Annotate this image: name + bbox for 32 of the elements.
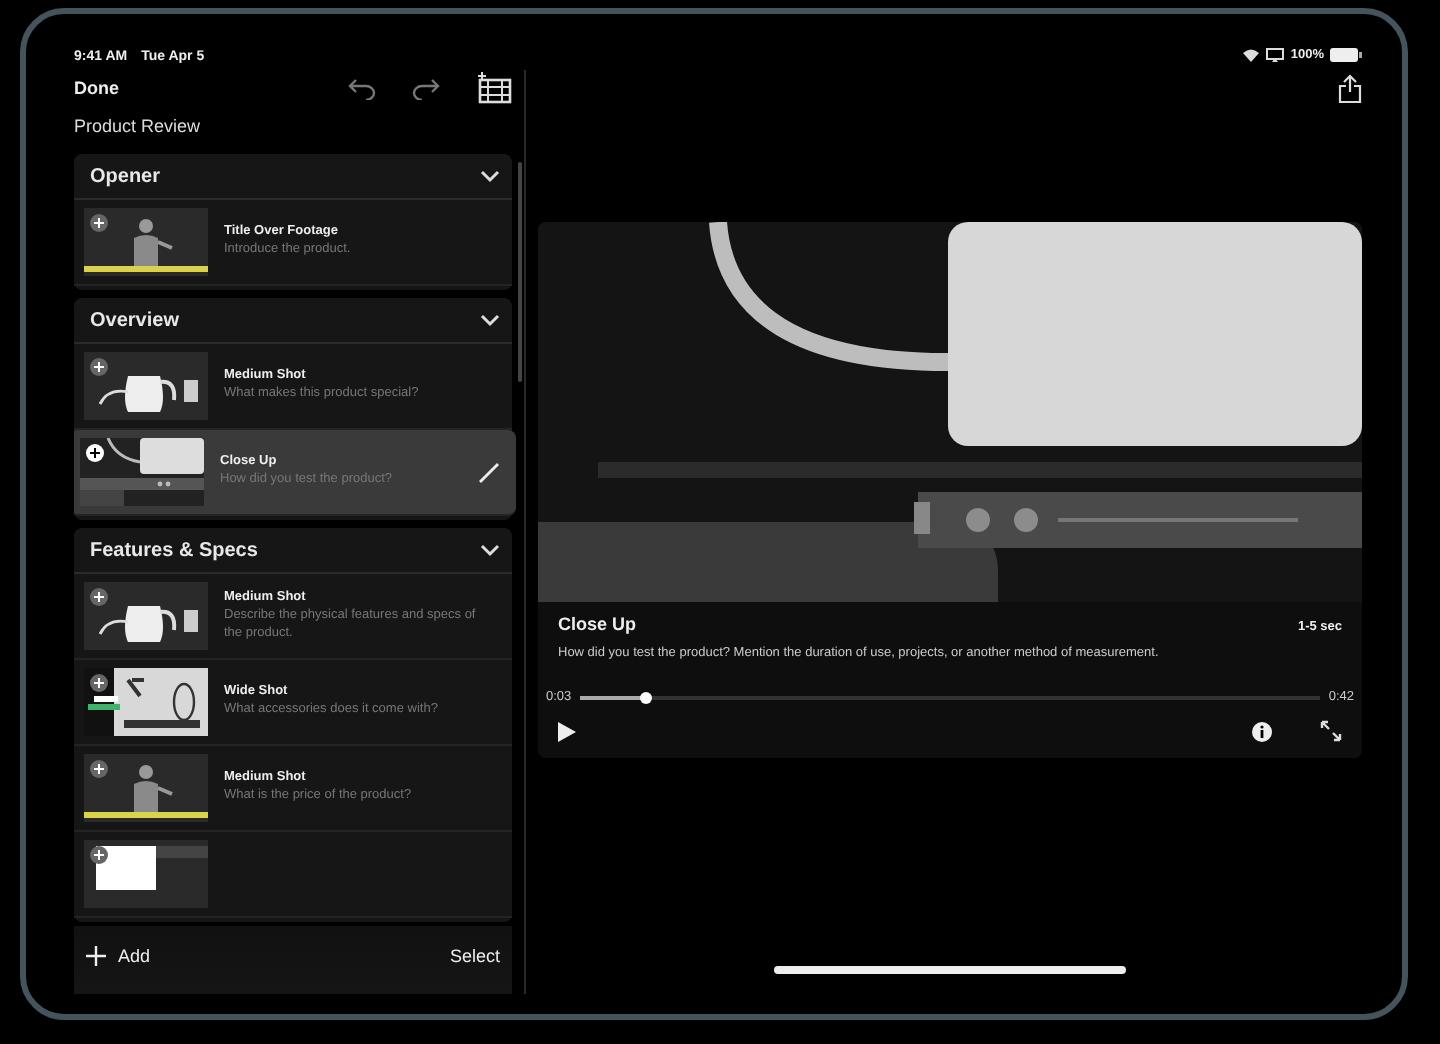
thumbnail-drawing — [84, 754, 208, 822]
section-header[interactable]: Features & Specs — [74, 528, 512, 574]
section-header[interactable]: Opener — [74, 154, 512, 200]
play-icon[interactable] — [558, 721, 576, 741]
wifi-icon — [1242, 48, 1261, 62]
clip-title: Close Up — [558, 614, 637, 634]
redo-icon[interactable] — [412, 76, 440, 100]
scrubber-handle[interactable] — [640, 691, 653, 703]
section-title: Opener — [90, 165, 161, 187]
undo-icon[interactable] — [348, 76, 376, 100]
info-icon[interactable] — [1252, 721, 1272, 741]
pencil-icon[interactable] — [478, 461, 500, 483]
plus-icon[interactable] — [86, 444, 104, 462]
section-title: Features & Specs — [90, 539, 258, 561]
expand-icon[interactable] — [1320, 720, 1342, 742]
done-button[interactable]: Done — [74, 78, 119, 98]
thumbnail-drawing — [84, 582, 208, 650]
thumbnail-drawing — [84, 840, 208, 908]
section-title: Overview — [90, 309, 179, 331]
project-title: Product Review — [74, 116, 203, 136]
thumbnail-drawing — [84, 668, 208, 736]
thumbnail-drawing — [84, 352, 208, 420]
plus-icon — [86, 946, 106, 966]
film-strip-icon[interactable] — [476, 72, 512, 104]
section-header[interactable]: Overview — [74, 298, 512, 344]
thumbnail-drawing — [80, 438, 204, 506]
battery-icon — [1330, 48, 1362, 62]
thumbnail-drawing — [84, 208, 208, 276]
select-button[interactable]: Select — [449, 946, 500, 966]
add-button[interactable]: Add — [86, 946, 151, 966]
screen-mirroring-icon — [1266, 48, 1285, 62]
share-icon[interactable] — [1338, 73, 1362, 103]
